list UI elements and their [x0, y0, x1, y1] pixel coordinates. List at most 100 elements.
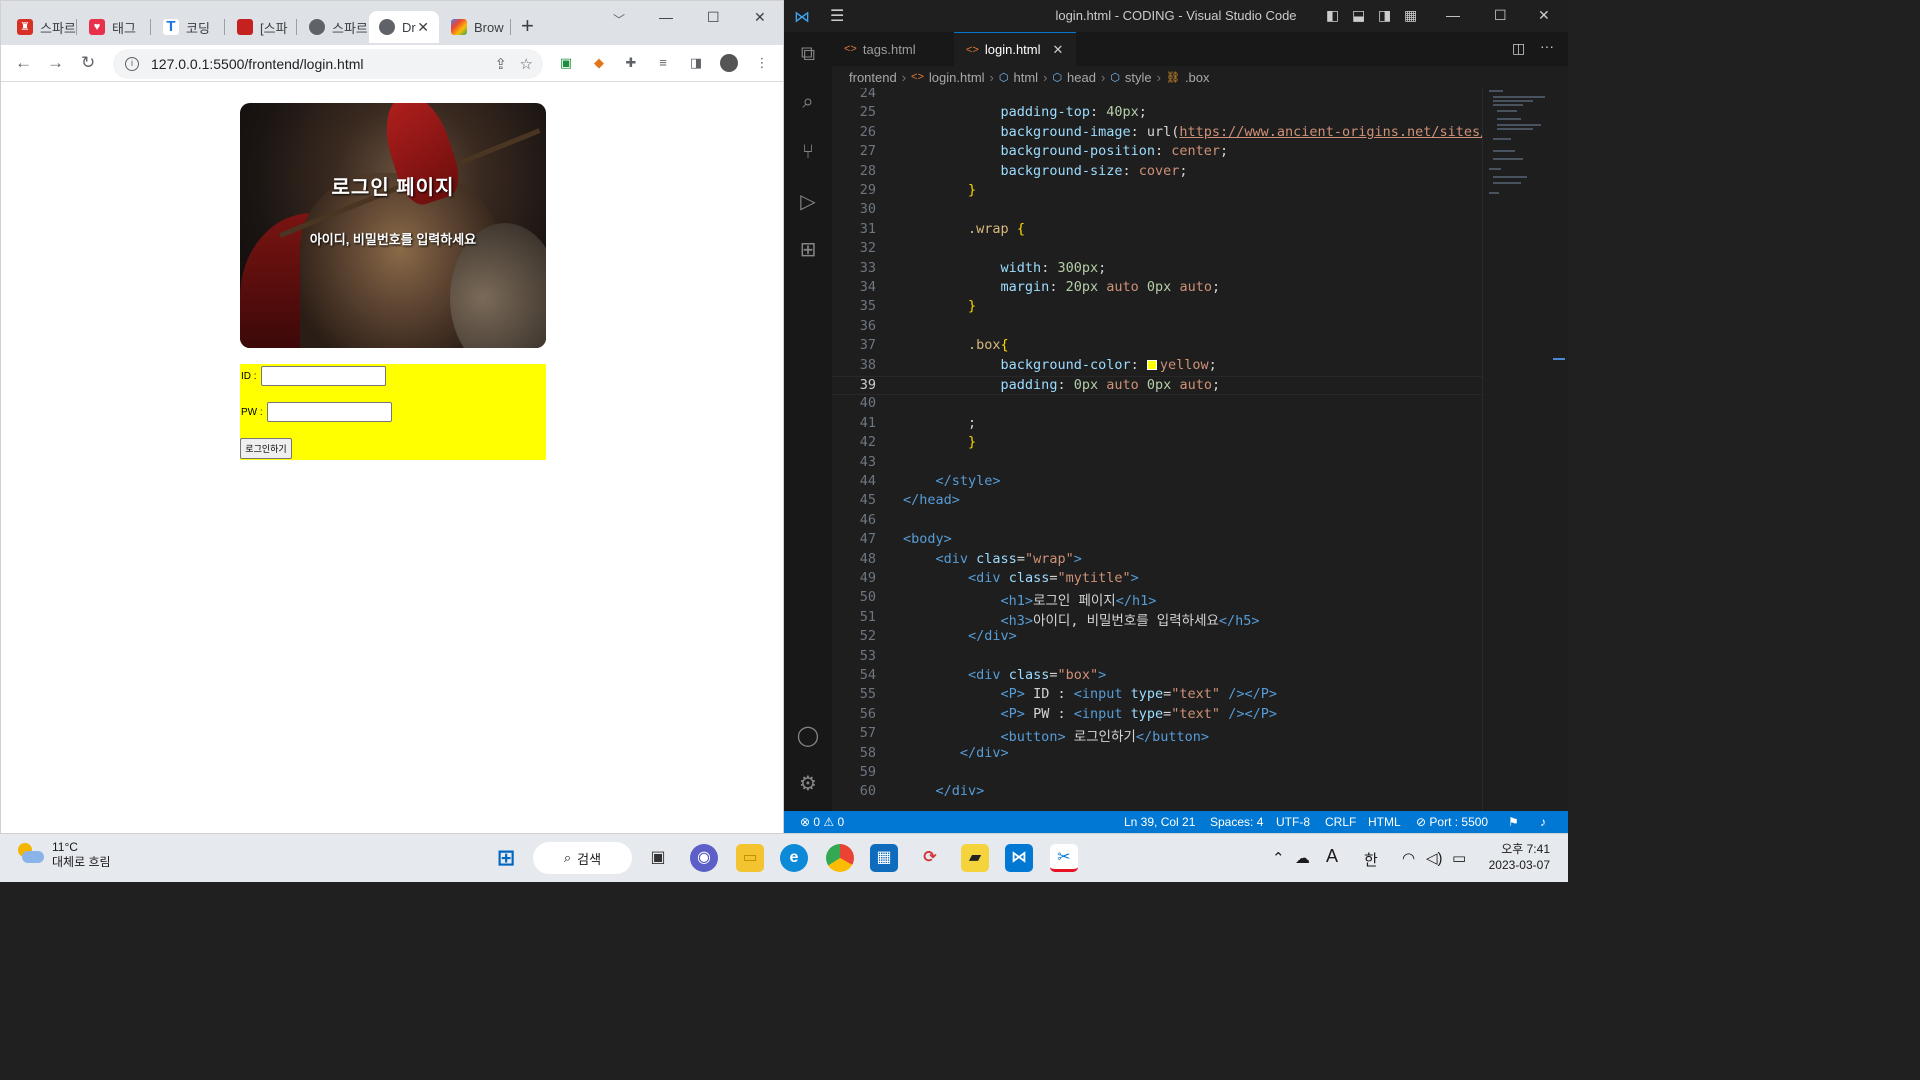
new-tab-button[interactable]: +	[521, 15, 534, 37]
browser-tab-2[interactable]: ♥ 태그	[79, 11, 151, 43]
globe-icon	[309, 19, 325, 35]
indentation[interactable]: Spaces: 4	[1210, 815, 1263, 829]
metamask-fox-icon[interactable]: ◆	[590, 54, 608, 72]
sync-app-icon[interactable]: ⟳	[916, 844, 944, 872]
maximize-icon[interactable]: ☐	[1494, 7, 1507, 24]
site-favicon-icon: ♥	[89, 19, 105, 35]
chrome-browser-icon[interactable]	[826, 844, 854, 872]
toggle-secondary-sidebar-icon[interactable]: ◨	[1378, 7, 1391, 24]
ime-mode-icon[interactable]: A	[1326, 846, 1338, 867]
globe-icon	[379, 19, 395, 35]
browser-tab-7[interactable]: Brow	[441, 11, 511, 43]
id-row: ID :	[241, 366, 386, 386]
cursor-position[interactable]: Ln 39, Col 21	[1124, 815, 1195, 829]
taskbar-search[interactable]: ⌕ 검색	[533, 842, 632, 874]
html-file-icon: <>	[844, 43, 857, 55]
line-ending[interactable]: CRLF	[1325, 815, 1356, 829]
teams-chat-icon[interactable]: ◉	[690, 844, 718, 872]
tab-tags-html[interactable]: <> tags.html	[832, 32, 952, 66]
reload-icon[interactable]: ↻	[81, 53, 95, 73]
media-control-icon[interactable]: ≡	[654, 54, 672, 72]
extension-screen-icon[interactable]: ▣	[557, 54, 575, 72]
pw-row: PW :	[241, 402, 392, 422]
address-bar[interactable]: i 127.0.0.1:5500/frontend/login.html ⇪ ☆	[113, 49, 543, 79]
tab-login-html[interactable]: <> login.html ✕	[954, 32, 1076, 66]
maximize-icon[interactable]: ☐	[707, 9, 720, 26]
close-window-icon[interactable]: ✕	[1538, 7, 1550, 24]
minimize-icon[interactable]: —	[659, 9, 673, 25]
split-editor-icon[interactable]: ◫	[1512, 40, 1525, 57]
ime-language[interactable]: 한	[1364, 849, 1378, 870]
code-editor[interactable]: 24 25 padding-top: 40px; 26 background-i…	[832, 88, 1482, 810]
browser-tab-3[interactable]: T 코딩	[153, 11, 225, 43]
file-explorer-icon[interactable]: ▭	[736, 844, 764, 872]
id-input[interactable]	[260, 366, 386, 386]
browser-tab-5[interactable]: 스파르	[299, 11, 367, 43]
element-cube-icon: ⬡	[1052, 71, 1063, 84]
problems-count[interactable]: ⊗ 0 ⚠ 0	[800, 815, 844, 829]
extensions-icon[interactable]: ⊞	[796, 238, 820, 262]
search-icon[interactable]: ⌕	[796, 90, 820, 114]
toggle-sidebar-icon[interactable]: ◧	[1326, 7, 1339, 24]
tray-overflow-chevron-icon[interactable]: ⌃	[1272, 849, 1285, 867]
share-and-bookmark-icons[interactable]: ⇪ ☆	[494, 55, 533, 73]
run-debug-icon[interactable]: ▷	[796, 190, 820, 214]
close-tab-icon[interactable]: ✕	[417, 19, 429, 36]
feedback-icon[interactable]: ⚑	[1508, 815, 1519, 829]
customize-layout-icon[interactable]: ▦	[1404, 7, 1417, 24]
account-icon[interactable]: ◯	[796, 724, 820, 748]
weather-widget[interactable]: 11°C 대체로 흐림	[16, 840, 111, 870]
language-mode[interactable]: HTML	[1368, 815, 1401, 829]
minimize-icon[interactable]: —	[1446, 7, 1460, 23]
title-banner: 로그인 페이지 아이디, 비밀번호를 입력하세요	[240, 103, 546, 348]
back-arrow-icon[interactable]: ←	[15, 53, 32, 73]
extensions-puzzle-icon[interactable]: ✚	[622, 54, 640, 72]
status-bar: ⊗ 0 ⚠ 0 Ln 39, Col 21 Spaces: 4 UTF-8 CR…	[784, 811, 1568, 833]
tab-search-chevron-icon[interactable]: ﹀	[613, 11, 625, 28]
wifi-icon[interactable]: ◠	[1402, 849, 1415, 867]
encoding[interactable]: UTF-8	[1276, 815, 1310, 829]
vscode-window: ⋈ ☰ login.html - CODING - Visual Studio …	[784, 0, 1568, 833]
login-box: ID : PW : 로그인하기	[240, 364, 546, 460]
settings-gear-icon[interactable]: ⚙	[796, 772, 820, 796]
taskbar: 11°C 대체로 흐림 ⊞ ⌕ 검색 ▣ ◉ ▭ e ▦ ⟳ ▰ ⋈ ✂ ⌃ ☁…	[0, 833, 1568, 882]
notifications-bell-icon[interactable]: ♪	[1540, 815, 1546, 829]
toggle-panel-icon[interactable]: ⬓	[1352, 7, 1365, 24]
source-control-icon[interactable]: ⑂	[796, 140, 820, 164]
pw-input[interactable]	[266, 402, 392, 422]
edge-browser-icon[interactable]: e	[780, 844, 808, 872]
microsoft-store-icon[interactable]: ▦	[870, 844, 898, 872]
search-icon: ⌕	[563, 850, 572, 865]
login-button[interactable]: 로그인하기	[240, 438, 292, 459]
side-panel-icon[interactable]: ◨	[687, 54, 705, 72]
explorer-icon[interactable]: ⧉	[796, 42, 820, 66]
clock[interactable]: 오후 7:41 2023-03-07	[1480, 841, 1550, 873]
more-menu-icon[interactable]: ⋮	[753, 54, 771, 72]
browser-tab-4[interactable]: [스파	[227, 11, 297, 43]
profile-avatar[interactable]	[720, 54, 738, 72]
vscode-taskbar-icon[interactable]: ⋈	[1005, 844, 1033, 872]
minimap[interactable]	[1482, 88, 1568, 810]
page-title: 로그인 페이지	[331, 177, 455, 199]
browser-tab-1[interactable]: ♜ 스파르	[7, 11, 77, 43]
battery-icon[interactable]: ▭	[1452, 849, 1466, 867]
volume-icon[interactable]: ◁)	[1426, 849, 1443, 867]
site-favicon-icon	[451, 19, 467, 35]
live-server-port[interactable]: ⊘ Port : 5500	[1416, 815, 1488, 829]
weather-condition: 대체로 흐림	[52, 855, 111, 869]
browser-tab-active[interactable]: Dr ✕	[369, 11, 439, 43]
windows-start-icon[interactable]: ⊞	[492, 844, 520, 872]
site-info-icon[interactable]: i	[125, 57, 139, 71]
task-view-icon[interactable]: ▣	[644, 844, 672, 872]
more-actions-icon[interactable]: ···	[1540, 38, 1554, 54]
snipping-tool-icon[interactable]: ✂	[1050, 844, 1078, 872]
element-cube-icon: ⬡	[998, 71, 1009, 84]
editor-tabs: <> tags.html <> login.html ✕ ◫ ···	[832, 32, 1568, 66]
close-window-icon[interactable]: ✕	[754, 9, 766, 26]
onedrive-cloud-icon[interactable]: ☁	[1295, 849, 1310, 867]
browser-window: ♜ 스파르 ♥ 태그 T 코딩 [스파 스파르 Dr ✕ Brow + ﹀ — …	[0, 0, 784, 833]
breadcrumb: frontend › <> login.html › ⬡ html › ⬡ head › ⬡ s…	[849, 69, 1210, 85]
close-tab-icon[interactable]: ✕	[1053, 42, 1064, 58]
forward-arrow-icon[interactable]: →	[47, 53, 64, 73]
sticky-notes-icon[interactable]: ▰	[961, 844, 989, 872]
